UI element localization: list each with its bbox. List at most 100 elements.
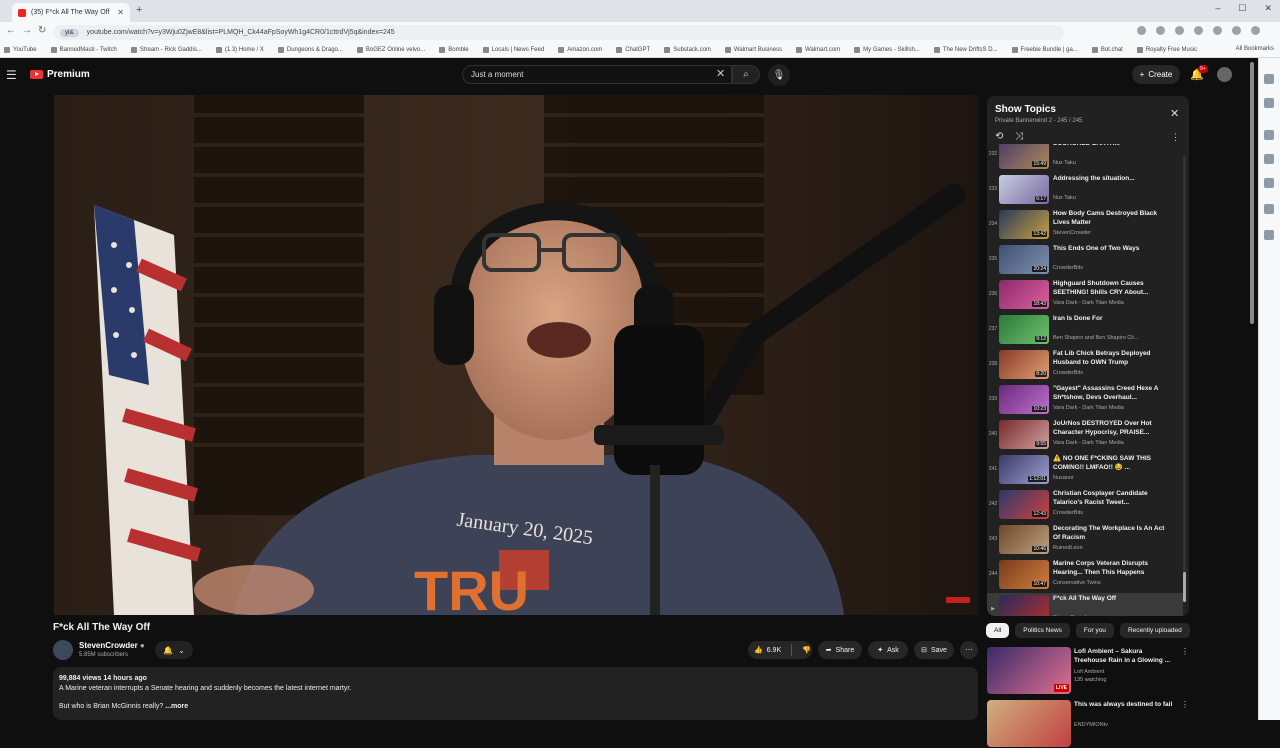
all-bookmarks[interactable]: All Bookmarks: [1236, 46, 1274, 52]
extension-icons: [1137, 26, 1260, 35]
more-vertical-icon[interactable]: ⋮: [1181, 700, 1189, 709]
playlist-item[interactable]: 233 6:17 Addressing the situation... Nux Ta…: [987, 173, 1183, 208]
bookmark-item[interactable]: Freebie Bundle | ga...: [1011, 46, 1078, 53]
account-avatar[interactable]: [1217, 67, 1232, 82]
video-player[interactable]: January 20, 2025 TRU: [54, 95, 978, 615]
playlist-item[interactable]: 234 13:42 How Body Cams Destroyed Black Li…: [987, 208, 1183, 243]
voice-search-button[interactable]: 🎙: [768, 64, 790, 86]
youtube-logo[interactable]: Premium: [30, 69, 90, 80]
side-panel-icon[interactable]: [1264, 230, 1274, 240]
playlist-menu-icon[interactable]: ⋮: [1171, 132, 1180, 143]
clear-search-icon[interactable]: ✕: [716, 67, 725, 80]
search-input[interactable]: Just a moment: [462, 65, 732, 84]
filter-chip[interactable]: Recently uploaded: [1119, 623, 1190, 638]
playlist-item[interactable]: 240 9:55 JoUrNos DESTROYED Over Hot Charac…: [987, 418, 1183, 453]
bookmark-item[interactable]: BoGEZ Online velvo...: [356, 46, 425, 53]
browser-tab[interactable]: (35) F*ck All The Way Off ✕: [12, 3, 130, 22]
forward-icon[interactable]: →: [22, 25, 32, 36]
save-button[interactable]: ⊟ Save: [914, 641, 954, 659]
recommendation-item[interactable]: This was always destined to fail ENDYMION…: [987, 700, 1189, 748]
extension-icon[interactable]: [1232, 26, 1241, 35]
extension-icon[interactable]: [1156, 26, 1165, 35]
bookmark-item[interactable]: Royalty Free Music: [1136, 46, 1197, 53]
playlist-item[interactable]: 241 1:12:01 ⚠️ NO ONE F*CKING SAW THIS COM…: [987, 453, 1183, 488]
playlist-item[interactable]: 237 9:12 Iran Is Done For Ben Shapiro and B…: [987, 313, 1183, 348]
channel-name[interactable]: StevenCrowder ●: [79, 641, 145, 650]
bookmark-item[interactable]: The New DriftsS D...: [933, 46, 998, 53]
description-box[interactable]: 99,884 views 14 hours ago A Marine veter…: [53, 667, 978, 720]
playlist-item[interactable]: 232 15:49 SCORCHED EARTH... Nux Taku: [987, 144, 1183, 173]
more-actions-button[interactable]: ⋯: [960, 641, 978, 659]
bookmark-item[interactable]: Amazon.com: [558, 46, 602, 53]
search-button[interactable]: ⌕: [732, 65, 760, 84]
playlist-title[interactable]: Show Topics: [995, 104, 1056, 115]
playlist-item[interactable]: 242 12:43 Christian Cosplayer Candidate Ta…: [987, 488, 1183, 523]
maximize-icon[interactable]: ☐: [1238, 3, 1246, 14]
playlist-item[interactable]: 244 10:47 Marine Corps Veteran Disrupts He…: [987, 558, 1183, 593]
url-field[interactable]: yt& youtube.com/watch?v=y3Wju0ZjwE8&list…: [54, 25, 1064, 40]
playlist-thumbnail: 9:55: [999, 420, 1049, 449]
playlist-item-channel: Conservative Twins: [1053, 580, 1101, 586]
ask-button[interactable]: ✦ Ask: [868, 641, 908, 659]
bookmark-item[interactable]: Dungeons & Drago...: [277, 46, 343, 53]
bookmark-item[interactable]: BannedMasti - Twitch: [50, 46, 117, 53]
extension-icon[interactable]: [1251, 26, 1260, 35]
channel-avatar[interactable]: [53, 640, 73, 660]
youtube-header: ☰ Premium Just a moment ✕ ⌕ 🎙 + Create 🔔…: [0, 58, 1250, 92]
notification-badge: 9+: [1198, 65, 1208, 73]
bookmark-item[interactable]: Locals | News Feed: [482, 46, 544, 53]
close-tab-icon[interactable]: ✕: [117, 8, 124, 17]
bookmark-item[interactable]: ChatGPT: [616, 46, 650, 53]
view-stats: 99,884 views 14 hours ago: [59, 675, 147, 682]
bookmark-item[interactable]: Stream - Rick Gaddis...: [130, 46, 202, 53]
page-scrollbar[interactable]: [1250, 62, 1254, 324]
side-panel-icon[interactable]: [1264, 154, 1274, 164]
bookmark-item[interactable]: Substack.com: [664, 46, 711, 53]
bookmark-item[interactable]: Walmart Business: [724, 46, 782, 53]
extension-icon[interactable]: [1194, 26, 1203, 35]
side-panel-icon[interactable]: [1264, 98, 1274, 108]
share-button[interactable]: ➦ Share: [818, 641, 862, 659]
description-text: But who is Brian McGinnis really?: [59, 703, 164, 710]
more-link[interactable]: ...more: [165, 703, 188, 710]
more-vertical-icon[interactable]: ⋮: [1181, 647, 1189, 656]
like-button[interactable]: 👍 6.9K 👎: [748, 641, 812, 659]
extension-icon[interactable]: [1137, 26, 1146, 35]
side-panel-icon[interactable]: [1264, 204, 1274, 214]
side-panel-icon[interactable]: [1264, 130, 1274, 140]
shuffle-icon[interactable]: ⤨: [1015, 131, 1023, 142]
subscribed-bell-button[interactable]: 🔔 ⌄: [155, 641, 193, 659]
bookmark-item[interactable]: (1.3) Home / X: [215, 46, 264, 53]
filter-chip[interactable]: All: [986, 623, 1010, 638]
minimize-icon[interactable]: –: [1215, 3, 1220, 14]
thumbs-down-icon[interactable]: 👎: [802, 646, 811, 654]
bookmark-item[interactable]: Walmart.com: [796, 46, 840, 53]
extension-icon[interactable]: [1175, 26, 1184, 35]
create-button[interactable]: + Create: [1132, 65, 1180, 84]
bookmark-item[interactable]: Bot.chat: [1091, 46, 1123, 53]
new-tab-icon[interactable]: +: [136, 4, 142, 16]
playlist-item[interactable]: 235 20:24 This Ends One of Two Ways Crowder…: [987, 243, 1183, 278]
playlist-item[interactable]: 236 18:43 Highguard Shutdown Causes SEETHI…: [987, 278, 1183, 313]
playlist-scrollbar[interactable]: [1183, 156, 1186, 602]
menu-icon[interactable]: ☰: [6, 68, 17, 82]
recommendation-item[interactable]: LIVE Lofi Ambient – Sakura Treehouse Rain…: [987, 647, 1189, 695]
playlist-item[interactable]: 239 10:23 "Gayest" Assassins Creed Hexe A …: [987, 383, 1183, 418]
close-window-icon[interactable]: ✕: [1264, 3, 1272, 14]
filter-chip[interactable]: Politics News: [1015, 623, 1070, 638]
side-panel-icon[interactable]: [1264, 178, 1274, 188]
playlist-item[interactable]: ▶ 23:33 F*ck All The Way Off StevenCrowder: [987, 593, 1183, 616]
back-icon[interactable]: ←: [6, 25, 16, 36]
bookmark-item[interactable]: YouTube: [4, 46, 37, 53]
bell-icon: 🔔: [163, 645, 174, 655]
filter-chip[interactable]: For you: [1075, 623, 1114, 638]
loop-icon[interactable]: ⟲: [995, 131, 1003, 142]
playlist-item[interactable]: 238 8:20 Fat Lib Chick Betrays Deployed Hu…: [987, 348, 1183, 383]
bookmark-item[interactable]: Bomble: [439, 46, 469, 53]
close-playlist-icon[interactable]: ✕: [1170, 107, 1179, 120]
bookmark-item[interactable]: My Games - Skillsh...: [854, 46, 920, 53]
extension-icon[interactable]: [1213, 26, 1222, 35]
playlist-item[interactable]: 243 10:46 Decorating The Workplace Is An A…: [987, 523, 1183, 558]
reload-icon[interactable]: ↻: [38, 25, 46, 36]
side-panel-icon[interactable]: [1264, 74, 1274, 84]
